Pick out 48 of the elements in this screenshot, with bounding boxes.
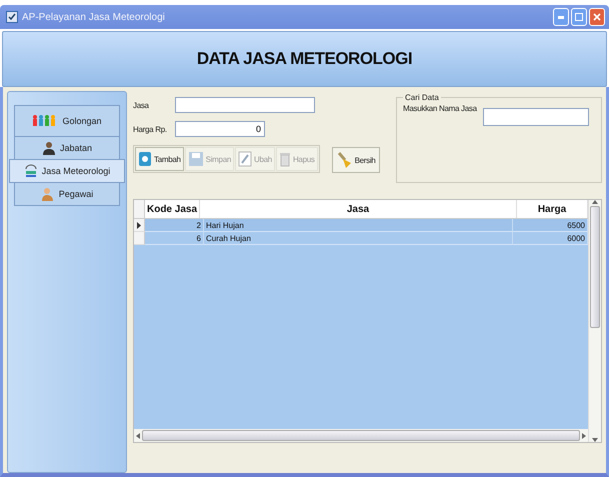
table-cell: Hari Hujan	[204, 219, 513, 232]
close-button[interactable]	[589, 8, 605, 26]
scroll-thumb[interactable]	[590, 206, 600, 328]
person-icon	[40, 187, 55, 201]
clear-button[interactable]: Bersih	[332, 147, 380, 173]
sidebar-item[interactable]: Golongan	[14, 105, 120, 137]
save-icon	[188, 151, 204, 167]
close-icon	[593, 13, 601, 21]
column-header[interactable]: Jasa	[200, 200, 517, 218]
maximize-button[interactable]	[571, 8, 587, 26]
row-header[interactable]	[134, 219, 145, 232]
maximize-icon	[575, 13, 583, 21]
down-arrow-icon	[592, 438, 598, 442]
vertical-scrollbar[interactable]	[588, 200, 601, 442]
table-cell: 2	[145, 219, 204, 232]
up-arrow-icon	[592, 200, 598, 204]
person-icon	[42, 141, 56, 155]
table-cell: 6500	[513, 219, 588, 232]
toolbar-button[interactable]: Tambah	[135, 147, 184, 171]
scroll-thumb[interactable]	[142, 430, 580, 441]
edit-icon	[238, 151, 252, 167]
minimize-button[interactable]	[553, 8, 569, 26]
row-pointer-icon	[137, 222, 141, 228]
app-icon	[6, 11, 18, 23]
horizontal-scrollbar[interactable]	[134, 429, 588, 442]
field-label: Masukkan Nama Jasa	[403, 104, 477, 113]
input-field[interactable]: 0	[175, 121, 265, 137]
sidebar-item[interactable]: Pegawai	[14, 182, 120, 206]
page-title: DATA JASA METEOROLOGI	[196, 49, 412, 69]
broom-icon	[336, 151, 353, 169]
left-arrow-icon	[136, 432, 140, 438]
column-header[interactable]: Kode Jasa	[145, 200, 200, 218]
field-label: Harga Rp.	[133, 124, 168, 134]
field-label: Jasa	[133, 100, 150, 110]
table-cell: Curah Hujan	[204, 232, 513, 245]
sidebar-item[interactable]: Jabatan	[14, 136, 120, 160]
minimize-icon	[558, 16, 564, 18]
window-title: AP-Pelayanan Jasa Meteorologi	[22, 12, 166, 22]
trash-icon	[278, 151, 291, 167]
add-icon	[138, 151, 152, 167]
weather-station-icon	[24, 164, 38, 178]
input-field[interactable]	[175, 97, 315, 113]
search-field[interactable]	[482, 108, 589, 126]
sidebar-item[interactable]: Jasa Meteorologi	[9, 159, 125, 183]
group-title: Cari Data	[404, 93, 440, 102]
right-arrow-icon	[582, 432, 586, 438]
table-cell: 6	[145, 232, 204, 245]
table-cell: 6000	[513, 232, 588, 245]
